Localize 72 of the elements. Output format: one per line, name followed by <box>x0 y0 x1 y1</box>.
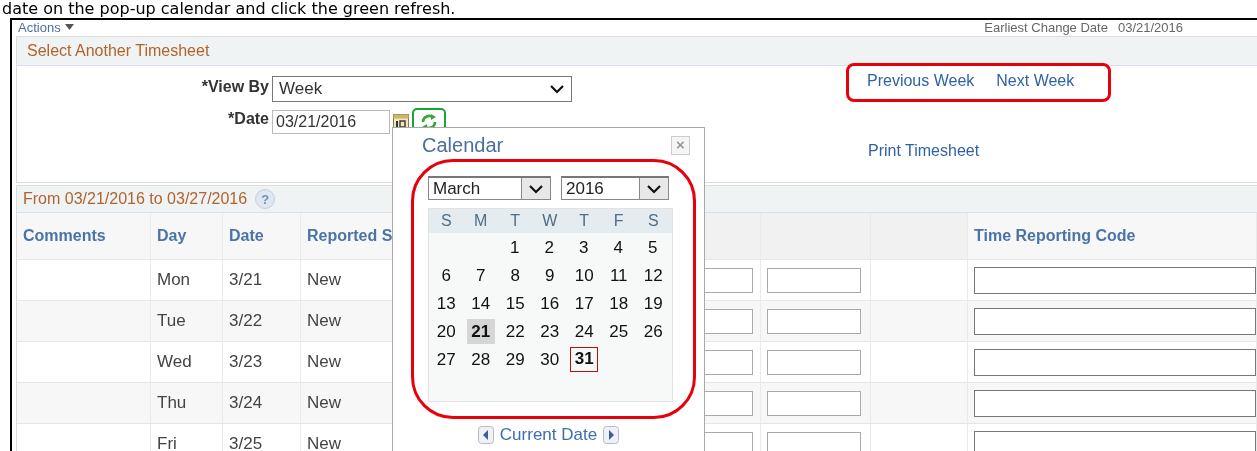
view-by-label: *View By <box>200 77 269 97</box>
table-cell: Thu <box>151 383 223 424</box>
calendar-day[interactable]: 27 <box>432 346 461 372</box>
calendar-day[interactable]: 30 <box>535 346 564 372</box>
table-cell: 3/25 <box>223 424 301 451</box>
calendar-day[interactable]: 2 <box>535 234 564 260</box>
time-code-field[interactable] <box>974 307 1256 335</box>
calendar-day[interactable]: 29 <box>501 346 530 372</box>
view-by-select[interactable]: Week <box>272 76 572 102</box>
hours-field[interactable] <box>767 390 861 416</box>
calendar-day[interactable]: 10 <box>570 262 599 288</box>
weekday-label: W <box>541 212 559 230</box>
hours-field[interactable] <box>767 431 861 451</box>
calendar-day[interactable]: 24 <box>570 318 599 344</box>
date-field[interactable]: 03/21/2016 <box>272 110 390 134</box>
table-cell: Tue <box>151 301 223 342</box>
calendar-day[interactable]: 23 <box>535 318 564 344</box>
calendar-day[interactable]: 8 <box>501 262 530 288</box>
time-code-field[interactable] <box>974 266 1256 294</box>
hours-field[interactable] <box>767 349 861 375</box>
hours-field[interactable] <box>767 308 861 334</box>
weekday-label: S <box>439 212 453 230</box>
chevron-icon <box>528 183 544 194</box>
column-header: Day <box>151 213 223 260</box>
period-title: From 03/21/2016 to 03/27/2016 <box>23 190 248 208</box>
calendar-day[interactable]: 28 <box>466 346 495 372</box>
calendar-day[interactable]: 26 <box>639 318 668 344</box>
calendar-day[interactable]: 5 <box>638 234 667 260</box>
calendar-day[interactable]: 22 <box>501 318 530 344</box>
calendar-day[interactable]: 9 <box>535 262 564 288</box>
current-date-link[interactable]: Current Date <box>499 425 598 445</box>
calendar-day[interactable]: 25 <box>604 318 633 344</box>
time-code-field[interactable] <box>974 430 1256 451</box>
caret-icon <box>64 24 74 30</box>
weekday-label: T <box>509 212 522 230</box>
weekday-label: S <box>646 212 660 230</box>
week-link[interactable]: Previous Week <box>867 72 975 90</box>
calendar-day[interactable]: 1 <box>500 234 529 260</box>
calendar-day[interactable]: 20 <box>432 318 461 344</box>
calendar-day[interactable]: 11 <box>604 262 633 288</box>
weekday-label: M <box>473 212 489 230</box>
panel-title: Select Another Timesheet <box>17 37 1257 66</box>
earliest-change-date: 03/21/2016 <box>1117 19 1183 35</box>
time-code-field[interactable] <box>974 348 1256 376</box>
chevron-icon <box>646 183 662 194</box>
calendar-day[interactable]: 12 <box>639 262 668 288</box>
instruction-text: date on the pop-up calendar and click the green refresh. <box>1 0 457 18</box>
actions-menu[interactable]: Actions <box>18 19 74 35</box>
calendar-day[interactable]: 21 <box>466 318 495 344</box>
week-link[interactable]: Next Week <box>996 72 1075 90</box>
year-select[interactable]: 2016 <box>561 176 669 200</box>
chevron-icon <box>549 84 565 94</box>
calendar-day[interactable]: 4 <box>604 234 633 260</box>
weekday-label: T <box>578 212 591 230</box>
column-header: Comments <box>17 213 151 260</box>
month-select[interactable]: March <box>428 176 551 200</box>
calendar-title: Calendar <box>422 134 504 157</box>
column-header: Date <box>223 213 301 260</box>
hours-field[interactable] <box>767 267 861 293</box>
table-cell: 3/22 <box>223 301 301 342</box>
column-header: Time Reporting Code <box>968 213 1257 260</box>
calendar-day[interactable]: 6 <box>432 262 461 288</box>
calendar-day[interactable]: 3 <box>569 234 598 260</box>
date-label: *Date <box>227 109 269 129</box>
earliest-change-label: Earliest Change Date <box>984 19 1108 35</box>
time-code-field[interactable] <box>974 389 1256 417</box>
table-cell: 3/24 <box>223 383 301 424</box>
calendar-day[interactable]: 7 <box>466 262 495 288</box>
print-timesheet-link[interactable]: Print Timesheet <box>868 142 1112 160</box>
weekday-label: F <box>612 212 625 230</box>
calendar-day[interactable]: 31 <box>570 346 599 372</box>
table-cell: Fri <box>151 424 223 451</box>
